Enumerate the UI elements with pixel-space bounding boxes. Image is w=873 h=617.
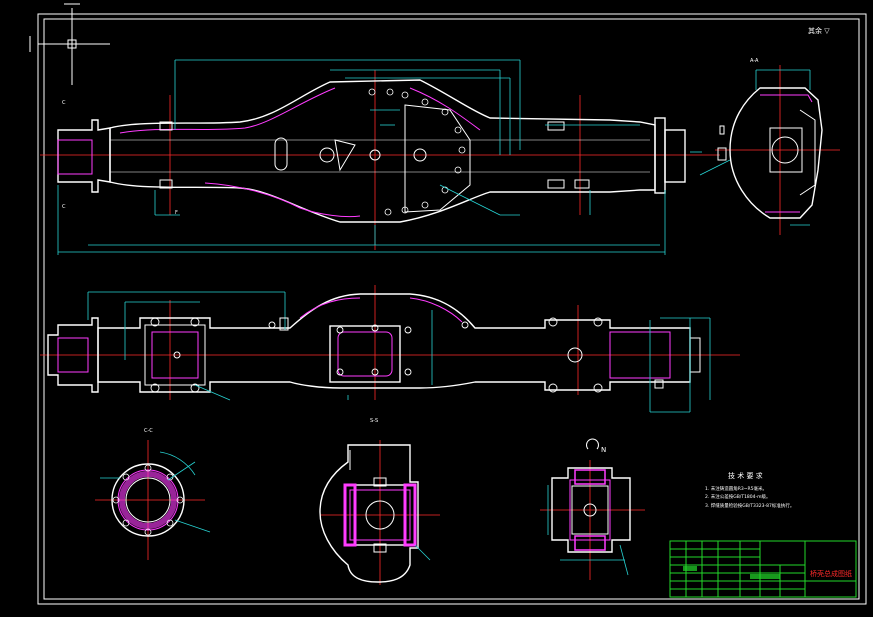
section-label-flange: C-C [144,428,153,434]
tech-requirement-3: 3. 焊缝质量检验按GB/T3323-87标准执行。 [705,502,794,509]
title-block-drawing-name: 桥壳总成图纸 [810,569,852,578]
front-view-axle-housing: C C F [40,59,720,255]
tech-requirements-title: 技 术 要 求 [728,471,763,480]
section-mark-upper: C [62,100,66,106]
drawing-outer-border [37,13,867,605]
section-view-s-s: S-S [319,418,440,585]
ucs-crosshair-icon [29,3,110,85]
section-view-n: N [540,438,645,580]
section-label-s-s: S-S [370,418,378,424]
title-block: 桥壳总成图纸 [669,540,857,598]
tech-requirement-2: 2. 未注公差按GB/T1804-m级。 [705,493,771,500]
section-mark-lower: C [62,204,66,210]
tech-requirements: 技 术 要 求 1. 未注铸造圆角R3~R5毫米。 2. 未注公差按GB/T18… [705,471,794,509]
cad-drawing-canvas: 其余 ▽ C C F A-A C-C S-S N 技 术 要 求 1. 未注铸造… [29,3,867,605]
section-label-n: N [601,446,606,454]
tech-requirement-1: 1. 未注铸造圆角R3~R5毫米。 [705,485,767,492]
section-label-a-a: A-A [750,58,759,64]
section-view-flange: C-C [95,428,211,560]
top-view-axle-housing [40,285,740,413]
corner-note: 其余 ▽ [808,26,830,35]
section-mark-f: F [175,210,178,216]
section-view-a-a: A-A [699,58,840,235]
